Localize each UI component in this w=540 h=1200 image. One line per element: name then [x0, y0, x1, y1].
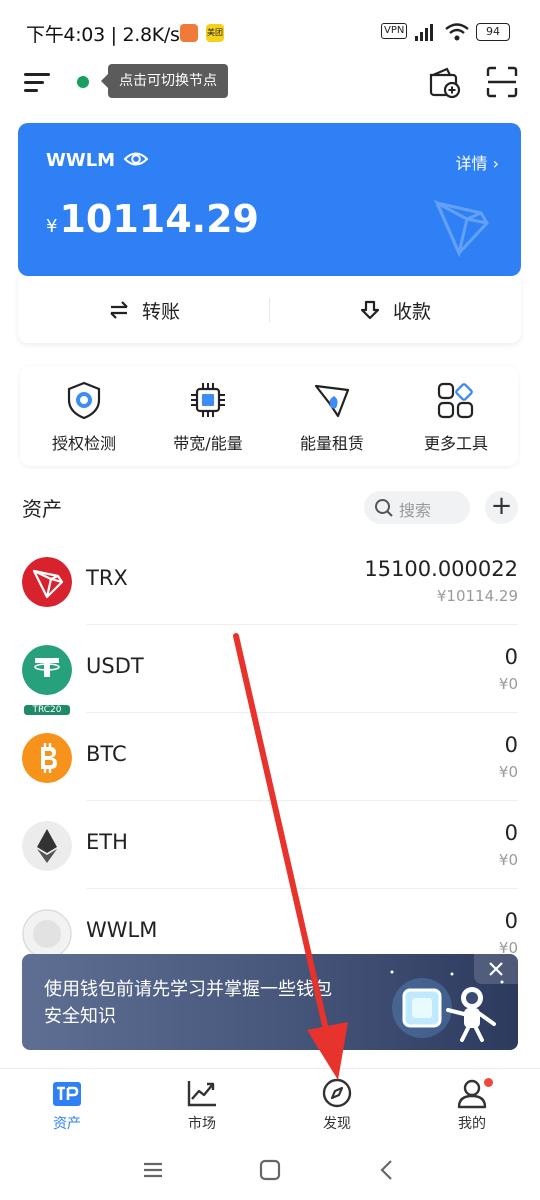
tool-more-tools[interactable]: 更多工具 — [394, 380, 518, 454]
assets-title: 资产 — [22, 497, 62, 521]
notification-app-icon — [180, 24, 198, 42]
receive-button[interactable]: 收款 — [359, 296, 431, 324]
asset-fiat-value: ¥10114.29 — [436, 587, 518, 605]
add-asset-button[interactable]: + — [485, 491, 518, 524]
currency-symbol: ¥ — [46, 216, 58, 237]
tool-label: 带宽/能量 — [173, 434, 243, 453]
asset-amount: 15100.000022 — [364, 557, 518, 581]
btc-logo-icon — [22, 733, 72, 783]
action-divider — [269, 298, 270, 322]
search-icon — [375, 499, 393, 517]
tool-label: 能量租赁 — [299, 434, 364, 453]
node-switch-tooltip[interactable]: 点击可切换节点 — [101, 64, 228, 98]
tool-energy-rental[interactable]: 能量租赁 — [270, 380, 394, 454]
security-tips-banner[interactable]: 使用钱包前请先学习并掌握一些钱包安全知识 — [22, 954, 518, 1050]
asset-row-usdt[interactable]: TRC20 USDT 0 ¥0 — [0, 625, 540, 715]
system-navigation-bar — [0, 1140, 540, 1200]
total-balance: ¥10114.29 — [46, 197, 259, 241]
asset-fiat-value: ¥0 — [498, 675, 518, 693]
asset-amount: 0 — [504, 821, 518, 845]
nav-label: 发现 — [323, 1116, 351, 1132]
notification-dot — [484, 1078, 493, 1087]
wwlm-logo-icon — [22, 909, 72, 959]
nav-label: 资产 — [53, 1116, 81, 1132]
receive-icon — [360, 300, 380, 320]
menu-icon[interactable] — [22, 68, 52, 96]
chip-icon — [191, 383, 225, 417]
asset-amount: 0 — [504, 733, 518, 757]
grid-apps-icon — [437, 382, 474, 419]
transfer-label: 转账 — [142, 300, 181, 323]
tool-label: 授权检测 — [51, 434, 116, 453]
eye-icon[interactable] — [123, 149, 149, 169]
meituan-notification-icon: 美团 — [206, 24, 224, 42]
node-status-dot[interactable] — [77, 76, 89, 88]
vpn-indicator: VPN — [381, 23, 408, 39]
signal-icon — [415, 24, 433, 41]
banner-close-button[interactable] — [474, 954, 518, 984]
trx-logo-icon — [22, 557, 72, 607]
tool-bandwidth-energy[interactable]: 带宽/能量 — [146, 380, 270, 454]
status-bar: 下午4:03 | 2.8K/s 美团 VPN 94 — [0, 0, 540, 64]
asset-row-trx[interactable]: TRX 15100.000022 ¥10114.29 — [0, 537, 540, 625]
asset-search[interactable]: 搜索 — [364, 491, 470, 524]
banner-text: 使用钱包前请先学习并掌握一些钱包安全知识 — [44, 979, 332, 1027]
asset-fiat-value: ¥0 — [498, 763, 518, 781]
tools-card: 授权检测 带宽/能量 能量租赁 更多工具 — [20, 366, 518, 466]
scan-icon[interactable] — [484, 64, 520, 100]
asset-amount: 0 — [504, 909, 518, 933]
search-placeholder: 搜索 — [399, 501, 432, 520]
tron-watermark-icon — [433, 199, 489, 257]
wallet-name: WWLM — [46, 150, 116, 171]
asset-row-btc[interactable]: BTC 0 ¥0 — [0, 713, 540, 801]
wallet-actions: 转账 收款 — [18, 276, 521, 343]
nav-discover[interactable]: 发现 — [287, 1077, 387, 1133]
balance-card[interactable]: WWLM 详情 › ¥10114.29 — [18, 123, 521, 276]
asset-symbol: USDT — [86, 654, 144, 678]
energy-rocket-icon — [314, 384, 350, 418]
recents-icon[interactable] — [141, 1158, 165, 1182]
transfer-button[interactable]: 转账 — [108, 296, 180, 324]
battery-indicator: 94 — [476, 23, 510, 41]
asset-amount: 0 — [504, 645, 518, 669]
back-icon[interactable] — [375, 1158, 399, 1182]
nav-label: 我的 — [458, 1116, 486, 1132]
tool-label: 更多工具 — [423, 434, 488, 453]
transfer-icon — [110, 301, 128, 319]
asset-row-eth[interactable]: ETH 0 ¥0 — [0, 801, 540, 889]
compass-icon — [322, 1078, 352, 1108]
home-icon[interactable] — [258, 1158, 282, 1182]
asset-symbol: ETH — [86, 830, 128, 854]
asset-symbol: WWLM — [86, 918, 158, 942]
tp-wallet-icon — [53, 1082, 81, 1106]
asset-symbol: TRX — [86, 566, 128, 590]
market-chart-icon — [187, 1081, 216, 1107]
nav-label: 市场 — [188, 1116, 216, 1132]
balance-amount: 10114.29 — [59, 197, 259, 241]
wallet-add-icon[interactable] — [426, 64, 462, 100]
wifi-icon — [445, 23, 469, 41]
close-icon — [489, 962, 503, 976]
asset-fiat-value: ¥0 — [498, 851, 518, 869]
receive-label: 收款 — [393, 300, 432, 323]
status-time: 下午4:03 | 2.8K/s — [26, 24, 180, 46]
asset-symbol: BTC — [86, 742, 127, 766]
details-link[interactable]: 详情 › — [456, 150, 500, 174]
eth-logo-icon — [22, 821, 72, 871]
usdt-logo-icon — [22, 645, 72, 695]
nav-me[interactable]: 我的 — [422, 1077, 522, 1133]
bottom-nav: 资产 市场 发现 我的 — [0, 1068, 540, 1138]
nav-assets[interactable]: 资产 — [17, 1077, 117, 1133]
nav-market[interactable]: 市场 — [152, 1077, 252, 1133]
shield-icon — [67, 381, 101, 420]
tool-authorization-check[interactable]: 授权检测 — [22, 380, 146, 454]
